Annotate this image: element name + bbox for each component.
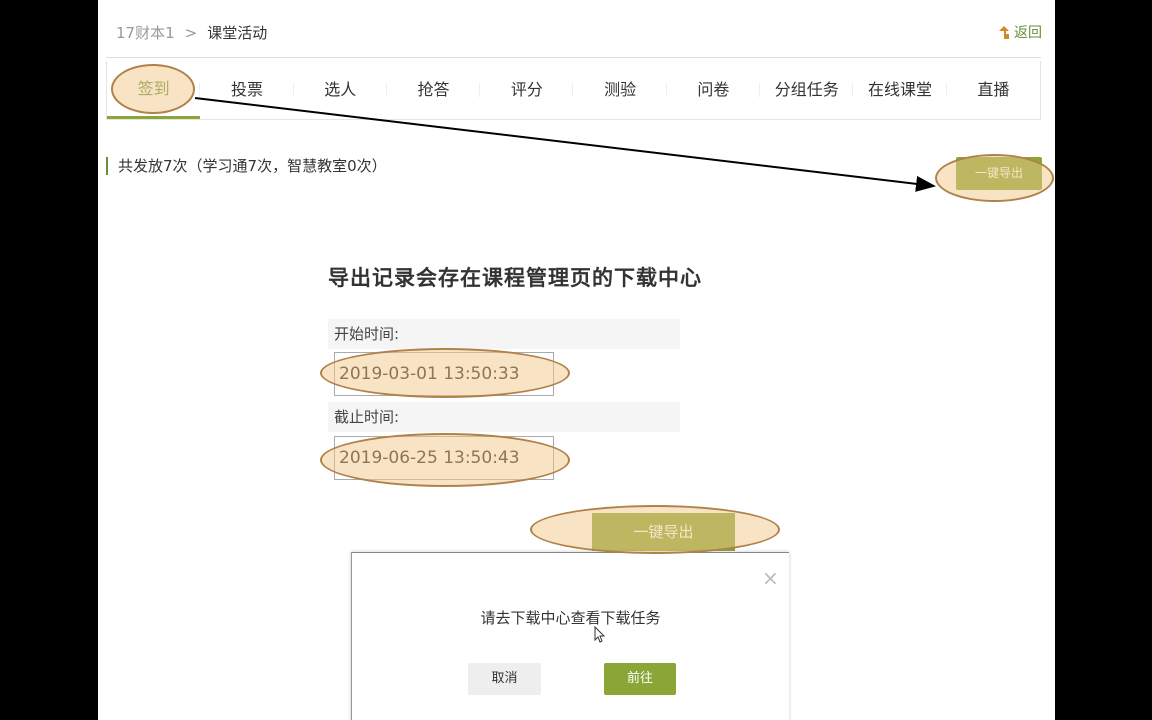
- mouse-cursor-icon: [594, 626, 606, 643]
- annotation-arrow: [194, 97, 936, 192]
- page: 17财本1>课堂活动 返回 签到 投票 选人 抢答 评分 测验 问卷 分组任务 …: [98, 0, 1055, 720]
